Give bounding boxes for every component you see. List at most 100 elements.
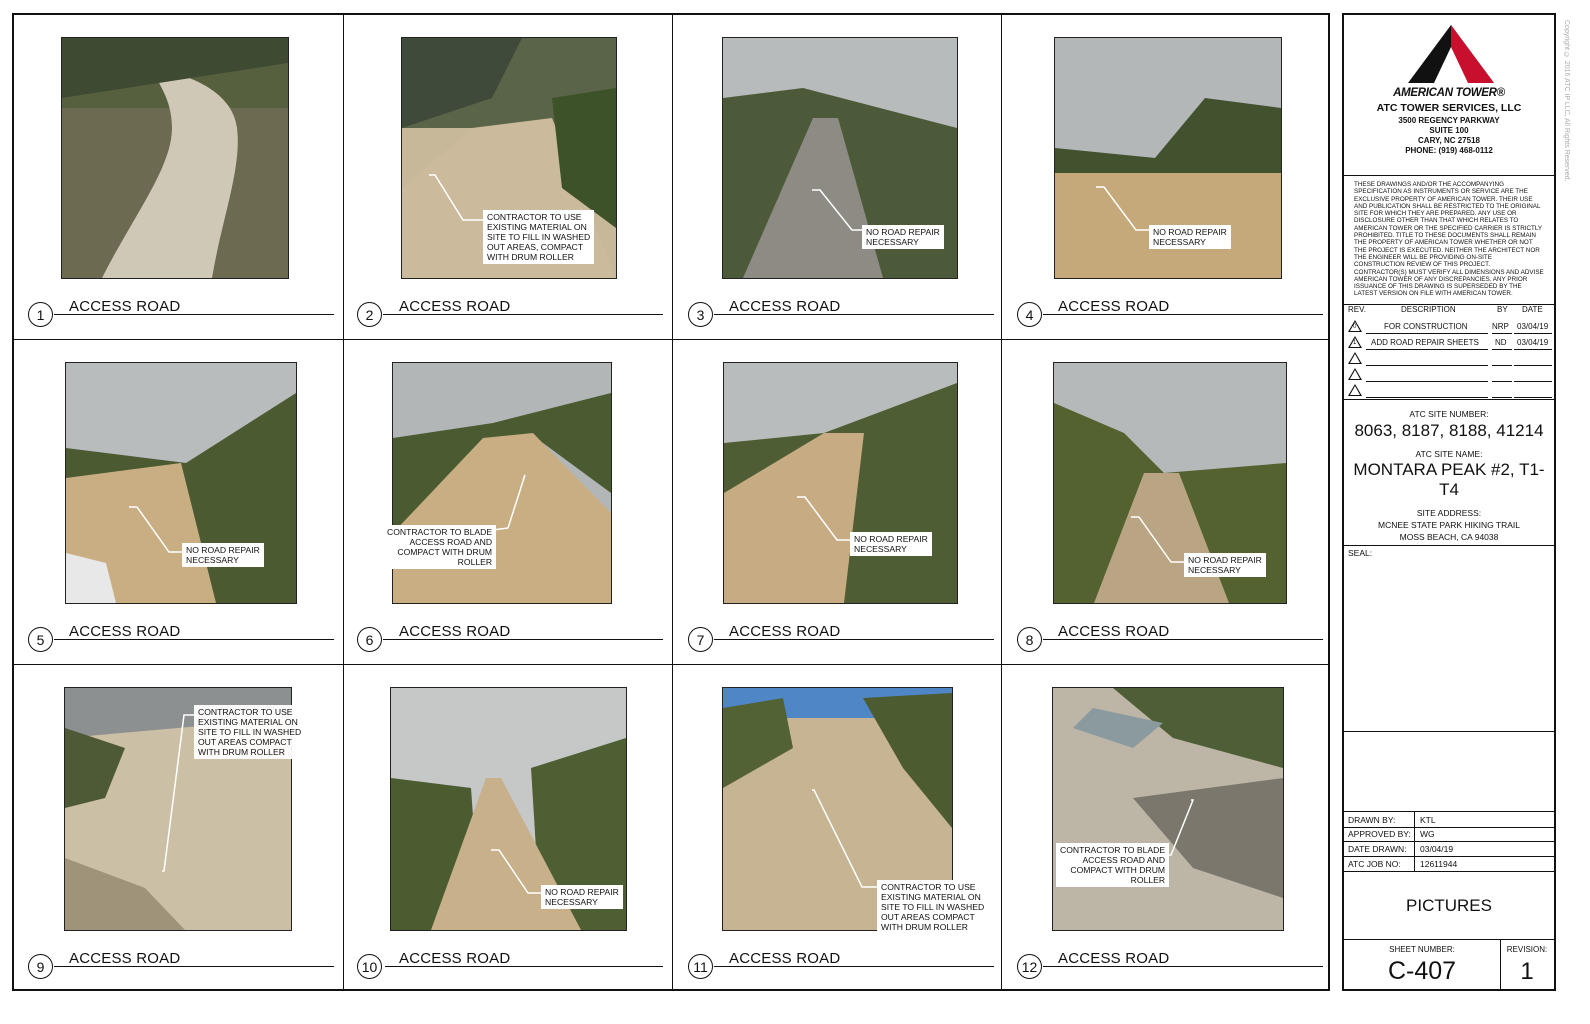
drawn-by-label: DRAWN BY: — [1348, 815, 1396, 825]
caption-underline — [1043, 966, 1323, 967]
by-header: BY — [1497, 305, 1508, 314]
site-name-label: ATC SITE NAME: — [1415, 449, 1483, 459]
company-header: AMERICAN TOWER® ATC TOWER SERVICES, LLC … — [1344, 15, 1554, 176]
repair-note: NO ROAD REPAIR NECESSARY — [1149, 225, 1231, 249]
sheet-title: PICTURES — [1406, 896, 1492, 915]
repair-note: CONTRACTOR TO BLADE ACCESS ROAD AND COMP… — [1056, 843, 1170, 887]
photo-panel-8: NO ROAD REPAIR NECESSARY 8 ACCESS ROAD — [1001, 340, 1330, 665]
rev-date: 03/04/19 — [1517, 322, 1549, 331]
road-photo-12 — [1052, 687, 1284, 931]
caption-underline — [714, 966, 994, 967]
road-photo-7 — [723, 362, 958, 604]
rev-date: 03/04/19 — [1517, 338, 1549, 347]
site-number: 8063, 8187, 8188, 41214 — [1354, 421, 1544, 440]
copyright-notice: Copyright © 2016 ATC IP LLC, All Rights … — [1563, 20, 1570, 182]
road-photo-5 — [65, 362, 297, 604]
repair-note: CONTRACTOR TO BLADE ACCESS ROAD AND COMP… — [383, 525, 497, 569]
panel-number-badge: 10 — [357, 954, 382, 979]
panel-number-badge: 12 — [1017, 954, 1042, 979]
job-number-label: ATC JOB NO: — [1348, 859, 1401, 869]
site-name: MONTARA PEAK #2, T1-T4 — [1353, 460, 1545, 499]
approved-by-label: APPROVED BY: — [1348, 829, 1411, 839]
logo-wordmark: AMERICAN TOWER® — [1393, 87, 1505, 99]
photo-panel-6: CONTRACTOR TO BLADE ACCESS ROAD AND COMP… — [343, 340, 673, 665]
rev-by: ND — [1495, 338, 1507, 347]
site-number-label: ATC SITE NUMBER: — [1409, 409, 1489, 419]
panel-number-badge: 5 — [28, 627, 53, 652]
divider — [1344, 731, 1554, 732]
panel-caption: ACCESS ROAD — [1058, 623, 1170, 640]
caption-underline — [385, 966, 663, 967]
sheet-number-label: SHEET NUMBER: — [1389, 945, 1455, 954]
photo-panel-10: NO ROAD REPAIR NECESSARY 10 ACCESS ROAD — [343, 665, 673, 989]
caption-underline — [714, 314, 994, 315]
repair-note: NO ROAD REPAIR NECESSARY — [1184, 553, 1266, 577]
repair-note: NO ROAD REPAIR NECESSARY — [850, 532, 932, 556]
panel-number-badge: 3 — [688, 302, 713, 327]
photo-panel-5: NO ROAD REPAIR NECESSARY 5 ACCESS ROAD — [14, 340, 344, 665]
caption-underline — [714, 639, 994, 640]
job-number-row: ATC JOB NO: 12611944 — [1344, 856, 1554, 872]
photo-panel-11: CONTRACTOR TO USE EXISTING MATERIAL ON S… — [672, 665, 1002, 989]
revision-triangle-icon — [1348, 352, 1362, 364]
address-line: 3500 REGENCY PARKWAY — [1398, 116, 1500, 125]
date-header: DATE — [1522, 305, 1543, 314]
divider — [1344, 939, 1554, 940]
revision-row: 1 ADD ROAD REPAIR SHEETS ND 03/04/19 — [1346, 336, 1552, 351]
description-header: DESCRIPTION — [1401, 305, 1456, 314]
panel-number-badge: 9 — [28, 954, 53, 979]
panel-caption: ACCESS ROAD — [399, 623, 511, 640]
repair-note: NO ROAD REPAIR NECESSARY — [862, 225, 944, 249]
revision-row — [1346, 352, 1552, 367]
panel-number-badge: 4 — [1017, 302, 1042, 327]
photo-panel-9: CONTRACTOR TO USE EXISTING MATERIAL ON S… — [14, 665, 344, 989]
panel-number-badge: 8 — [1017, 627, 1042, 652]
panel-number-badge: 1 — [28, 302, 53, 327]
repair-note: NO ROAD REPAIR NECESSARY — [541, 885, 623, 909]
rev-description: ADD ROAD REPAIR SHEETS — [1371, 338, 1479, 347]
caption-underline — [383, 314, 663, 315]
job-number-value: 12611944 — [1420, 859, 1458, 869]
address-line: MCNEE STATE PARK HIKING TRAIL — [1377, 520, 1520, 530]
rev-header: REV. — [1348, 305, 1366, 314]
approved-by-value: WG — [1420, 829, 1435, 839]
panel-number-badge: 11 — [688, 954, 713, 979]
caption-underline — [54, 966, 334, 967]
date-drawn-value: 03/04/19 — [1420, 844, 1454, 854]
rev-number: 0 — [1353, 324, 1357, 330]
site-address-label: SITE ADDRESS: — [1416, 508, 1482, 518]
panel-caption: ACCESS ROAD — [399, 950, 511, 967]
approved-by-row: APPROVED BY: WG — [1344, 826, 1554, 842]
revision-header: REV. DESCRIPTION BY DATE — [1346, 305, 1552, 320]
panel-caption: ACCESS ROAD — [1058, 950, 1170, 967]
revision-row — [1346, 368, 1552, 383]
rev-number: 1 — [1353, 340, 1357, 346]
phone-number: PHONE: (919) 468-0112 — [1405, 146, 1493, 155]
road-photo-1 — [61, 37, 289, 279]
rev-description: FOR CONSTRUCTION — [1384, 322, 1468, 331]
panel-caption: ACCESS ROAD — [729, 623, 841, 640]
caption-underline — [383, 639, 663, 640]
panel-caption: ACCESS ROAD — [399, 298, 511, 315]
photo-panel-4: NO ROAD REPAIR NECESSARY 4 ACCESS ROAD — [1001, 15, 1330, 340]
panel-number-badge: 7 — [688, 627, 713, 652]
repair-note: CONTRACTOR TO USE EXISTING MATERIAL ON S… — [877, 880, 989, 934]
photo-panel-1: 1 ACCESS ROAD — [14, 15, 344, 340]
company-address: 3500 REGENCY PARKWAY SUITE 100 CARY, NC … — [1344, 116, 1554, 156]
panel-caption: ACCESS ROAD — [729, 298, 841, 315]
address-line: CARY, NC 27518 — [1418, 136, 1480, 145]
caption-underline — [1043, 639, 1323, 640]
title-block: AMERICAN TOWER® ATC TOWER SERVICES, LLC … — [1342, 13, 1556, 991]
panel-caption: ACCESS ROAD — [69, 298, 181, 315]
panel-caption: ACCESS ROAD — [69, 950, 181, 967]
sheet-number: C-407 — [1387, 957, 1457, 985]
caption-underline — [54, 639, 334, 640]
repair-note: CONTRACTOR TO USE EXISTING MATERIAL ON S… — [483, 210, 595, 264]
address-line: SUITE 100 — [1429, 126, 1469, 135]
address-line: MOSS BEACH, CA 94038 — [1399, 532, 1499, 542]
drawn-by-value: KTL — [1420, 815, 1436, 825]
caption-underline — [54, 314, 334, 315]
caption-underline — [1043, 314, 1323, 315]
site-address: MCNEE STATE PARK HIKING TRAIL MOSS BEACH… — [1344, 519, 1554, 543]
company-name: ATC TOWER SERVICES, LLC — [1376, 102, 1522, 114]
